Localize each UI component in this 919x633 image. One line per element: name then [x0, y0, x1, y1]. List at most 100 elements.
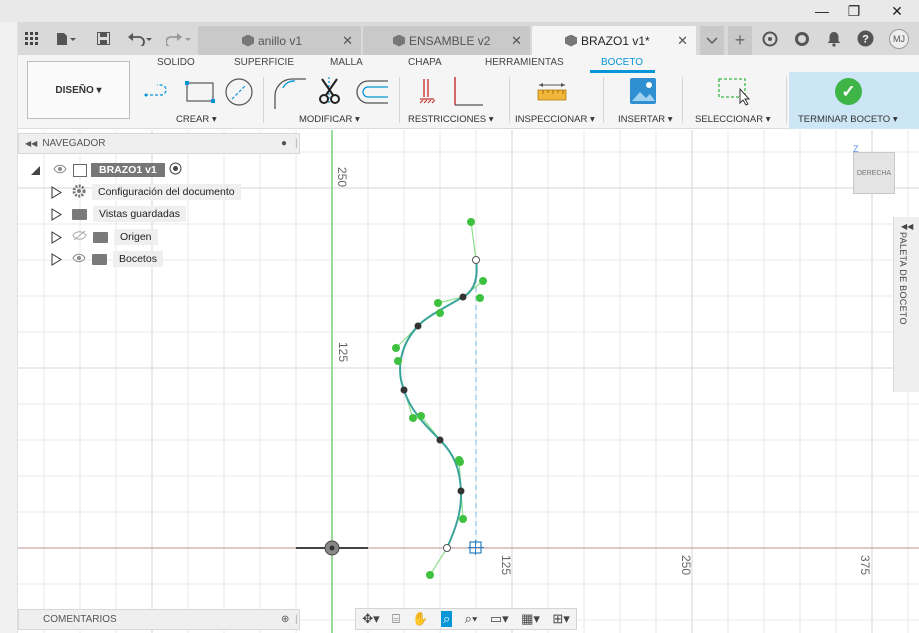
- modify-group-label[interactable]: MODIFICAR ▾: [299, 114, 360, 125]
- circle-tool-icon[interactable]: [223, 77, 255, 110]
- pan-hand-icon[interactable]: ✋: [412, 611, 428, 627]
- finish-sketch-check-icon[interactable]: ✓: [835, 78, 862, 105]
- comments-resize-icon[interactable]: |: [295, 614, 298, 625]
- measure-ruler-icon[interactable]: [537, 82, 567, 105]
- expanded-triangle-icon[interactable]: [30, 165, 41, 176]
- insert-image-icon[interactable]: [629, 77, 657, 108]
- job-status-icon[interactable]: [758, 22, 782, 55]
- display-settings-icon[interactable]: ▭▾: [490, 611, 509, 627]
- spline-control-point: [436, 309, 444, 317]
- gear-icon: [72, 184, 86, 201]
- tree-item-document-settings[interactable]: Configuración del documento: [51, 182, 241, 202]
- zoom-icon[interactable]: ⌕: [440, 611, 453, 627]
- browser-resize-icon[interactable]: |: [295, 138, 298, 149]
- app-grid-icon[interactable]: [20, 22, 42, 55]
- tree-item-saved-views[interactable]: Vistas guardadas: [51, 204, 186, 224]
- fix-constraint-icon[interactable]: [451, 75, 485, 112]
- tab-brazo1[interactable]: BRAZO1 v1* ✕: [532, 26, 696, 55]
- folder-icon: [72, 208, 87, 220]
- tab-solido[interactable]: SOLIDO: [157, 57, 195, 68]
- tab-anillo[interactable]: anillo v1 ✕: [198, 26, 361, 55]
- grid-label-h250: 250: [679, 554, 694, 576]
- create-group-label[interactable]: CREAR ▾: [176, 114, 217, 125]
- root-component-label[interactable]: BRAZO1 v1: [91, 163, 165, 177]
- look-at-icon[interactable]: ⌸: [392, 611, 400, 627]
- redo-icon[interactable]: [164, 22, 194, 55]
- spline-control-point: [467, 218, 475, 226]
- coincident-constraint-icon[interactable]: [418, 75, 440, 112]
- eye-icon[interactable]: [72, 253, 86, 266]
- tree-root-row[interactable]: BRAZO1 v1: [30, 160, 182, 180]
- line-tool-icon[interactable]: [143, 81, 177, 106]
- tree-item-label: Vistas guardadas: [93, 206, 186, 222]
- constraints-group-label[interactable]: RESTRICCIONES ▾: [408, 114, 494, 125]
- grid-settings-icon[interactable]: ▦▾: [521, 611, 540, 627]
- comments-title: COMENTARIOS: [43, 614, 117, 625]
- browser-header[interactable]: ◀◀ NAVEGADOR ● |: [18, 133, 300, 154]
- collapsed-triangle-icon[interactable]: [51, 230, 62, 244]
- minimize-button[interactable]: —: [805, 0, 839, 22]
- notifications-bell-icon[interactable]: [822, 22, 846, 55]
- spline-control-point: [459, 515, 467, 523]
- undo-icon[interactable]: [124, 22, 156, 55]
- collapse-panel-icon[interactable]: ◀◀: [25, 139, 37, 148]
- fusion-window: — ❐ ✕ ‹ anillo v1 ✕ ENSAMBLE v2 ✕: [0, 0, 919, 633]
- spline-control-point: [409, 414, 417, 422]
- inspect-group-label[interactable]: INSPECCIONAR ▾: [515, 114, 595, 125]
- activate-radio-icon[interactable]: [169, 162, 182, 178]
- close-tab-icon[interactable]: ✕: [342, 33, 353, 49]
- collapsed-triangle-icon[interactable]: [51, 207, 62, 221]
- finish-sketch-label[interactable]: TERMINAR BOCETO ▾: [798, 114, 898, 125]
- orbit-icon[interactable]: ✥▾: [362, 611, 379, 627]
- collapsed-triangle-icon[interactable]: [51, 252, 62, 266]
- tab-boceto[interactable]: BOCETO: [601, 57, 643, 68]
- close-window-button[interactable]: ✕: [880, 0, 914, 22]
- collapsed-triangle-icon[interactable]: [51, 185, 62, 199]
- clock-icon[interactable]: [790, 22, 814, 55]
- toolbar-ribbon: DISEÑO ▾ SOLIDO SUPERFICIE MALLA CHAPA H…: [18, 55, 919, 129]
- fit-zoom-icon[interactable]: ⌕▾: [465, 611, 478, 627]
- left-edge-strip: [0, 22, 18, 633]
- restore-button[interactable]: ❐: [837, 0, 871, 22]
- tab-chapa[interactable]: CHAPA: [408, 57, 442, 68]
- viewports-icon[interactable]: ⊞▾: [552, 611, 569, 627]
- tree-item-origin[interactable]: Origen: [51, 227, 158, 247]
- tab-ensamble[interactable]: ENSAMBLE v2 ✕: [363, 26, 530, 55]
- help-icon[interactable]: ?: [853, 22, 877, 55]
- new-tab-icon[interactable]: +: [728, 26, 752, 55]
- sketch-palette-label: PALETA DE BOCETO: [898, 232, 908, 325]
- tab-superficie[interactable]: SUPERFICIE: [234, 57, 294, 68]
- viewcube[interactable]: DERECHA: [853, 152, 895, 194]
- close-tab-icon[interactable]: ✕: [677, 33, 688, 49]
- spline-fit-point: [414, 322, 422, 330]
- grid-label-v125: 125: [336, 341, 351, 363]
- spline-control-point: [394, 357, 402, 365]
- select-window-icon[interactable]: [718, 77, 752, 110]
- eye-hidden-icon[interactable]: [72, 230, 87, 244]
- viewcube-face-label: DERECHA: [856, 169, 892, 177]
- spline-control-point: [434, 299, 442, 307]
- offset-tool-icon[interactable]: [354, 78, 388, 109]
- close-tab-icon[interactable]: ✕: [511, 33, 522, 49]
- user-avatar[interactable]: MJ: [886, 22, 912, 55]
- rectangle-tool-icon[interactable]: [185, 81, 215, 106]
- save-icon[interactable]: [92, 22, 114, 55]
- trim-scissors-icon[interactable]: [313, 75, 345, 112]
- tab-overflow-icon[interactable]: [700, 26, 724, 55]
- comments-panel-header[interactable]: COMENTARIOS ⊕ |: [18, 609, 300, 630]
- tree-item-label: Bocetos: [113, 251, 163, 267]
- workspace-switcher-button[interactable]: DISEÑO ▾: [27, 61, 130, 119]
- insert-group-label[interactable]: INSERTAR ▾: [618, 114, 673, 125]
- add-comment-icon[interactable]: ⊕: [281, 614, 289, 625]
- expand-palette-icon[interactable]: ◀◀: [901, 222, 913, 231]
- browser-pin-icon[interactable]: ●: [281, 138, 287, 149]
- tree-item-sketches[interactable]: Bocetos: [51, 249, 163, 269]
- file-menu-icon[interactable]: [52, 22, 80, 55]
- tab-herramientas[interactable]: HERRAMIENTAS: [485, 57, 564, 68]
- spline-endpoint-bottom[interactable]: [443, 544, 451, 552]
- spline-endpoint-top[interactable]: [472, 256, 480, 264]
- select-group-label[interactable]: SELECCIONAR ▾: [695, 114, 771, 125]
- fillet-tool-icon[interactable]: [272, 76, 306, 113]
- tab-malla[interactable]: MALLA: [330, 57, 363, 68]
- eye-icon[interactable]: [53, 164, 67, 177]
